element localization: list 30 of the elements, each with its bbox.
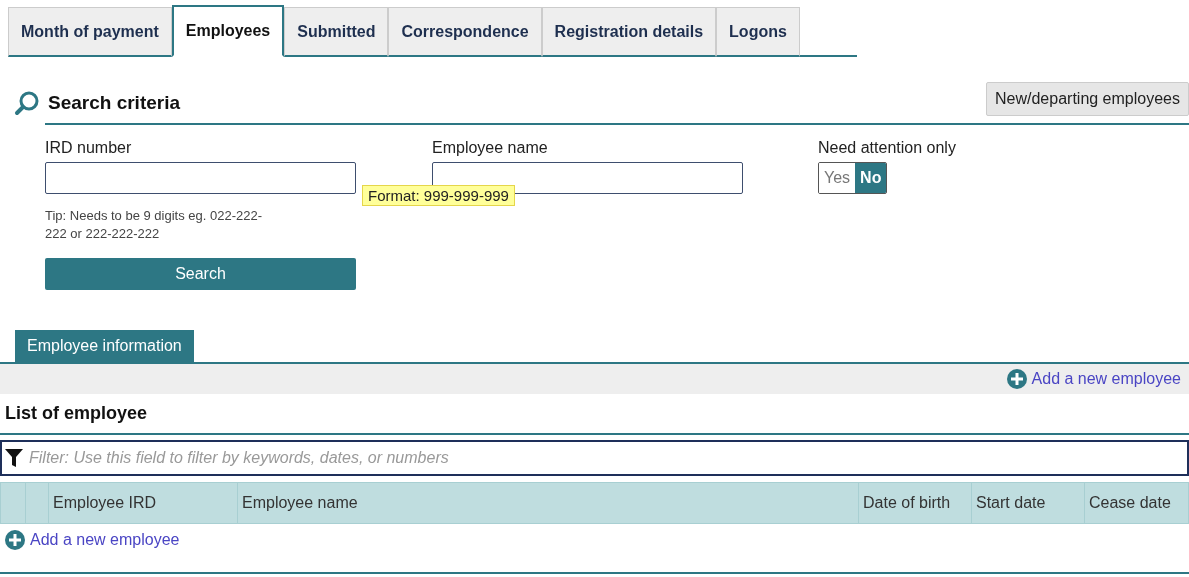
column-header: Employee IRD [53,494,157,512]
list-title: List of employee [5,403,149,424]
field-label: IRD number [45,139,133,157]
add-icon [1006,369,1027,389]
input-field[interactable] [45,162,356,194]
field-label: Employee name [432,139,549,157]
column-header: Employee name [242,494,358,512]
tab[interactable]: Logons [716,7,800,57]
tab[interactable]: Correspondence [388,7,542,57]
add-employee-link[interactable]: Add a new employee [1006,369,1181,389]
filter-icon [5,448,23,468]
hint-text: Tip: Needs to be 9 digits eg. 022-222-222 or 222-222-222 [45,207,264,243]
search-icon [14,90,40,116]
toggle-option[interactable]: No [855,163,887,193]
add-employee-link[interactable]: Add a new employee [5,530,1189,550]
section-title: Search criteria [48,92,181,114]
tab[interactable]: Registration details [541,7,717,57]
search-button[interactable]: Search [45,258,356,290]
tooltip: Format: 999-999-999 [362,185,515,206]
column-header: Date of birth [863,494,951,512]
add-icon [5,530,25,550]
tab[interactable]: Month of payment [8,7,172,57]
field-label: Need attention only [818,139,957,157]
column-header: Start date [976,494,1046,512]
section-tab[interactable]: Employee information [15,330,194,362]
new-departing-button[interactable]: New/departing employees [986,82,1189,116]
column-header: Cease date [1089,494,1171,512]
tab[interactable]: Employees [171,5,285,57]
tab[interactable]: Submitted [284,7,389,57]
filter-field[interactable]: Filter: Use this field to filter by keywords, dates, or numbers [0,440,1189,476]
